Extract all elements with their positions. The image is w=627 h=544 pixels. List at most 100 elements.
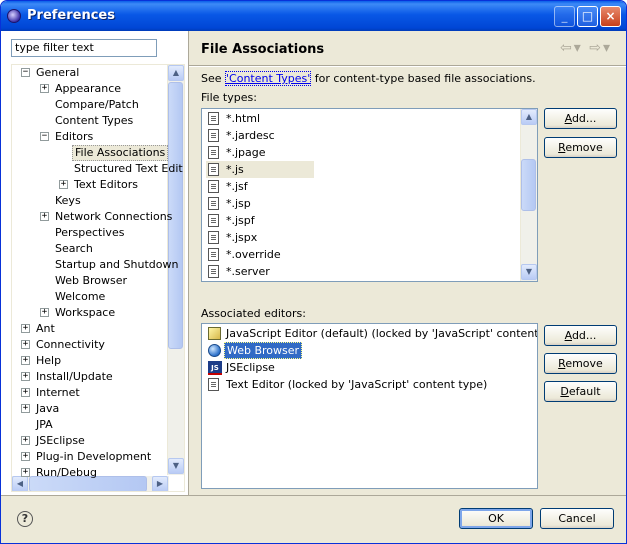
tree-item[interactable]: + Install/Update [12, 369, 167, 385]
tree-item[interactable]: Web Browser [12, 273, 167, 289]
maximize-button[interactable]: □ [577, 6, 598, 27]
tree-item[interactable]: + Appearance [12, 81, 167, 97]
scroll-down-arrow-icon[interactable]: ▼ [168, 458, 184, 474]
tree-item[interactable]: + Plug-in Development [12, 449, 167, 465]
tree-item-label: Content Types [55, 114, 134, 127]
editor-label: Text Editor (locked by 'JavaScript' cont… [226, 378, 488, 391]
scroll-down-arrow-icon[interactable]: ▼ [521, 264, 537, 280]
file-types-scrollbar[interactable]: ▲ ▼ [520, 109, 537, 281]
file-type-label: *.jsp [226, 197, 251, 210]
scroll-up-arrow-icon[interactable]: ▲ [168, 65, 184, 81]
file-type-item[interactable]: *.jardesc [206, 127, 314, 144]
editor-item[interactable]: Text Editor (locked by 'JavaScript' cont… [206, 376, 531, 393]
tree-item[interactable]: + Java [12, 401, 167, 417]
file-icon [208, 112, 219, 125]
file-type-item[interactable]: *.server [206, 263, 314, 280]
file-type-item[interactable]: *.override [206, 246, 314, 263]
expand-icon[interactable]: + [59, 180, 68, 189]
tree-item[interactable]: + Connectivity [12, 337, 167, 353]
ok-button[interactable]: OK [459, 508, 533, 529]
filter-input[interactable]: type filter text [11, 39, 157, 57]
help-icon[interactable]: ? [17, 511, 33, 527]
collapse-icon[interactable]: − [21, 68, 30, 77]
editor-item[interactable]: JavaScript Editor (default) (locked by '… [206, 325, 537, 342]
tree-item[interactable]: + Internet [12, 385, 167, 401]
tree-item[interactable]: − General [12, 65, 167, 81]
expand-icon[interactable]: + [21, 388, 30, 397]
cancel-button[interactable]: Cancel [540, 508, 614, 529]
default-editor-button[interactable]: Default [544, 381, 617, 402]
tree-item[interactable]: Structured Text Edit [12, 161, 183, 177]
preferences-window: Preferences _ □ × type filter text ▲ ▼ ◀… [0, 0, 627, 544]
file-type-item[interactable]: *.jsp [206, 195, 314, 212]
tree-item-label: Structured Text Edit [74, 162, 183, 175]
tree-item[interactable]: + JSEclipse [12, 433, 167, 449]
add-file-type-button[interactable]: Add... [544, 108, 617, 129]
title-bar: Preferences _ □ × [1, 1, 626, 31]
tree-item-label: Ant [36, 322, 55, 335]
file-type-item[interactable]: *.jspf [206, 212, 314, 229]
file-type-item[interactable]: *.jsf [206, 178, 314, 195]
expand-icon[interactable]: + [21, 356, 30, 365]
tree-item[interactable]: File Associations [12, 145, 169, 161]
tree-item[interactable]: Welcome [12, 289, 167, 305]
editor-item[interactable]: Web Browser [206, 342, 531, 359]
tree-item-label: Network Connections [55, 210, 173, 223]
tree-item[interactable]: Compare/Patch [12, 97, 167, 113]
tree-item-label: File Associations [72, 145, 169, 161]
history-nav[interactable]: ⇦▾ ⇨▾ [560, 40, 612, 56]
file-type-item[interactable]: *.jpage [206, 144, 314, 161]
file-type-item[interactable]: *.js [206, 161, 314, 178]
expand-icon[interactable]: + [40, 308, 49, 317]
content-types-hint: See 'Content Types' for content-type bas… [201, 71, 536, 86]
tree-item[interactable]: + Workspace [12, 305, 167, 321]
tree-item[interactable]: Perspectives [12, 225, 167, 241]
expand-icon[interactable]: + [21, 340, 30, 349]
scroll-up-arrow-icon[interactable]: ▲ [521, 109, 537, 125]
expand-icon[interactable]: + [40, 212, 49, 221]
tree-item[interactable]: + Run/Debug [12, 465, 167, 481]
tree-item-label: Startup and Shutdown [55, 258, 179, 271]
expand-icon[interactable]: + [21, 468, 30, 477]
associated-editors-label: Associated editors: [201, 307, 306, 320]
associated-editors-list[interactable]: JavaScript Editor (default) (locked by '… [201, 323, 538, 489]
right-pane: File Associations ⇦▾ ⇨▾ See 'Content Typ… [189, 31, 626, 495]
file-types-list[interactable]: ▲ ▼ *.html *.jardesc *.jpage *.js *.jsf *.jsp… [201, 108, 538, 282]
content-types-link[interactable]: 'Content Types' [225, 71, 312, 86]
file-icon [208, 214, 219, 227]
file-type-item[interactable]: *.html [206, 110, 314, 127]
globe-icon [208, 344, 221, 357]
remove-editor-button[interactable]: Remove [544, 353, 617, 374]
file-types-scroll-thumb[interactable] [521, 159, 536, 211]
tree-item[interactable]: Keys [12, 193, 167, 209]
expand-icon[interactable]: + [21, 436, 30, 445]
tree-item-label: Keys [55, 194, 81, 207]
tree-item[interactable]: JPA [12, 417, 167, 433]
tree-item-label: Appearance [55, 82, 122, 95]
tree-item[interactable]: + Text Editors [12, 177, 167, 193]
expand-icon[interactable]: + [21, 452, 30, 461]
expand-icon[interactable]: + [21, 324, 30, 333]
tree-item[interactable]: Startup and Shutdown [12, 257, 178, 273]
tree-item[interactable]: Content Types [12, 113, 167, 129]
expand-icon[interactable]: + [21, 404, 30, 413]
tree-item[interactable]: + Network Connections [12, 209, 172, 225]
tree-item[interactable]: + Ant [12, 321, 167, 337]
expand-icon[interactable]: + [21, 372, 30, 381]
add-editor-button[interactable]: Add... [544, 325, 617, 346]
tree-item-label: Editors [55, 130, 94, 143]
tree-item-label: JSEclipse [36, 434, 85, 447]
back-arrow-icon[interactable]: ⇦▾ [560, 40, 583, 56]
editor-item[interactable]: JS JSEclipse [206, 359, 531, 376]
collapse-icon[interactable]: − [40, 132, 49, 141]
tree-item[interactable]: + Help [12, 353, 167, 369]
minimize-button[interactable]: _ [554, 6, 575, 27]
expand-icon[interactable]: + [40, 84, 49, 93]
tree-item-label: Search [55, 242, 93, 255]
close-button[interactable]: × [600, 6, 621, 27]
tree-item[interactable]: − Editors [12, 129, 167, 145]
forward-arrow-icon[interactable]: ⇨▾ [589, 40, 612, 56]
remove-file-type-button[interactable]: Remove [544, 137, 617, 158]
file-type-item[interactable]: *.jspx [206, 229, 314, 246]
tree-item[interactable]: Search [12, 241, 167, 257]
